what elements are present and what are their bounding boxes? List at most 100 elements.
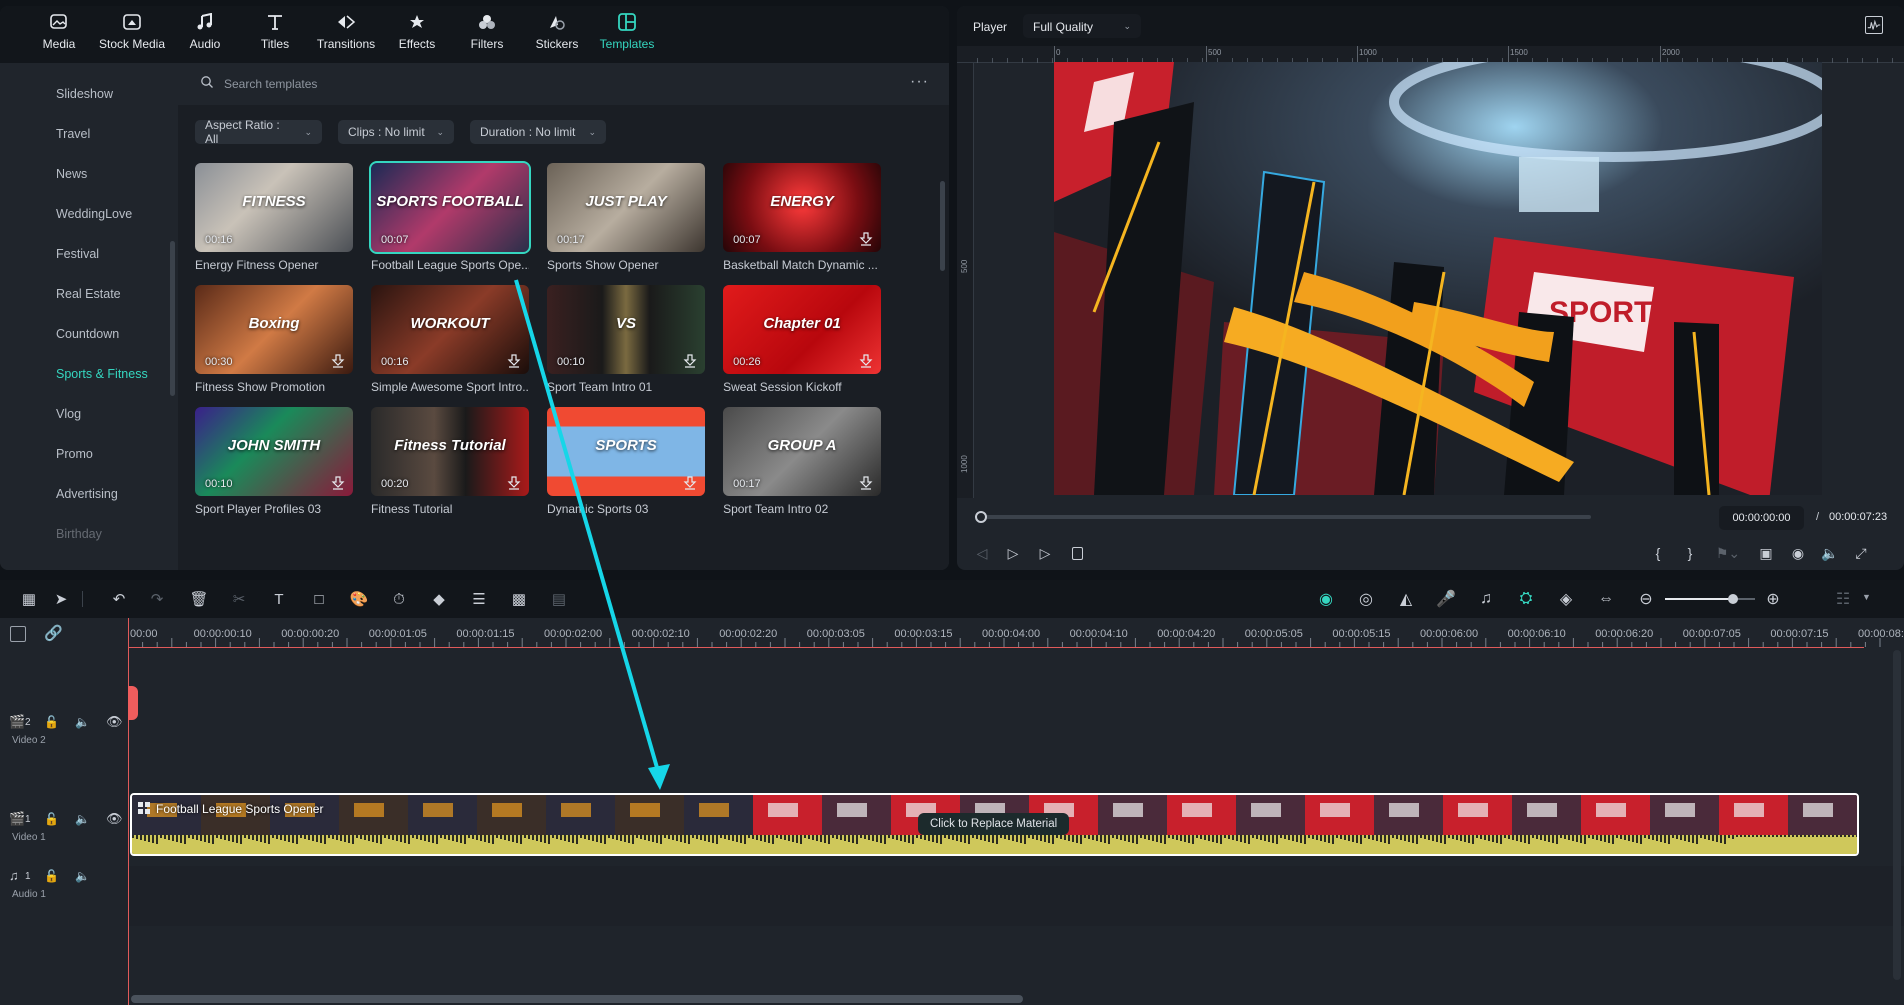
current-timecode[interactable]: 00:00:00:00 xyxy=(1719,506,1804,530)
playhead[interactable] xyxy=(128,618,129,1005)
zoom-out-button[interactable]: ⊖ xyxy=(1635,588,1657,610)
mark-out-button[interactable]: } xyxy=(1681,544,1699,562)
playback-quality-select[interactable]: Full Quality ⌄ xyxy=(1023,14,1141,38)
template-card[interactable]: JUST PLAY 00:17 Sports Show Opener xyxy=(547,162,706,272)
scrubber-handle[interactable] xyxy=(975,511,987,523)
nav-tab-media[interactable]: Media xyxy=(24,11,94,63)
fullscreen-button[interactable]: ⤢ xyxy=(1852,544,1870,562)
volume-button[interactable]: 🔈 xyxy=(1821,544,1839,562)
template-card[interactable]: ENERGY 00:07 Basketball Match Dynamic ... xyxy=(723,162,882,272)
sidebar-item-real-estate[interactable]: Real Estate xyxy=(56,287,121,301)
sidebar-item-vlog[interactable]: Vlog xyxy=(56,407,81,421)
previous-frame-button[interactable]: ◁ xyxy=(973,544,991,562)
aspect-ratio-filter[interactable]: Aspect Ratio : All ⌄ xyxy=(195,118,322,146)
layout-dropdown-icon[interactable]: ▼ xyxy=(1862,592,1871,602)
nav-tab-filters[interactable]: Filters xyxy=(452,11,522,63)
fit-timeline-button[interactable]: ⇔ xyxy=(1595,588,1617,610)
download-icon[interactable] xyxy=(507,476,521,490)
mute-track-icon[interactable]: 🔈 xyxy=(75,869,90,883)
crop-button[interactable]: □ xyxy=(308,588,330,610)
play-forward-frame-button[interactable]: ▷ xyxy=(1004,544,1022,562)
video-2-track-lane[interactable] xyxy=(128,648,1904,793)
template-card[interactable]: JOHN SMITH 00:10 Sport Player Profiles 03 xyxy=(195,406,353,516)
template-card[interactable]: VS 00:10 Sport Team Intro 01 xyxy=(547,285,706,394)
layout-button[interactable]: ▦ xyxy=(18,588,40,610)
select-tool-button[interactable]: ➤ xyxy=(50,588,72,610)
preview-render-button[interactable]: ◈ xyxy=(1555,588,1577,610)
nav-tab-transitions[interactable]: Transitions xyxy=(310,11,382,63)
undo-button[interactable]: ↶ xyxy=(108,588,130,610)
timeline-zoom-slider[interactable] xyxy=(1665,594,1755,604)
marker-dropdown-button[interactable]: ⚑⌄ xyxy=(1713,544,1743,562)
adjust-button[interactable]: ☰ xyxy=(468,588,490,610)
add-track-icon[interactable] xyxy=(10,626,26,642)
search-input[interactable] xyxy=(224,73,624,95)
snap-button[interactable]: ⛭ xyxy=(1515,588,1537,610)
template-card[interactable]: SPORTS Dynamic Sports 03 xyxy=(547,406,706,516)
mark-in-button[interactable]: { xyxy=(1649,544,1667,562)
download-icon[interactable] xyxy=(683,354,697,368)
mute-track-icon[interactable]: 🔈 xyxy=(75,715,90,729)
cut-button[interactable]: ✂ xyxy=(228,588,250,610)
nav-tab-templates[interactable]: Templates xyxy=(592,11,662,63)
nav-tab-stickers[interactable]: Stickers xyxy=(522,11,592,63)
stop-button[interactable] xyxy=(1068,544,1086,562)
mute-track-icon[interactable]: 🔈 xyxy=(75,812,90,826)
toggle-visibility-icon[interactable]: 👁 xyxy=(106,714,123,730)
download-icon[interactable] xyxy=(331,476,345,490)
nav-tab-stock-media[interactable]: Stock Media xyxy=(94,11,170,63)
download-icon[interactable] xyxy=(331,354,345,368)
keyframe-button[interactable]: ◆ xyxy=(428,588,450,610)
translate-button[interactable]: ▤ xyxy=(548,588,570,610)
ai-copilot-button[interactable]: ◉ xyxy=(1315,588,1337,610)
sidebar-item-birthday[interactable]: Birthday xyxy=(56,527,102,541)
download-icon[interactable] xyxy=(859,232,873,246)
sidebar-item-travel[interactable]: Travel xyxy=(56,127,90,141)
toggle-visibility-icon[interactable]: 👁 xyxy=(106,811,123,827)
download-icon[interactable] xyxy=(683,476,697,490)
timeline-ruler[interactable]: 00:00 00:00:00:10 00:00:00:20 00:00:01:05 00… xyxy=(128,618,1904,649)
sidebar-item-advertising[interactable]: Advertising xyxy=(56,487,118,501)
video-scopes-icon[interactable] xyxy=(1865,16,1883,34)
audio-1-track-lane[interactable] xyxy=(128,866,1904,926)
sidebar-item-slideshow[interactable]: Slideshow xyxy=(56,87,113,101)
sidebar-item-sports-fitness[interactable]: Sports & Fitness xyxy=(56,367,148,381)
audio-list-button[interactable]: ♫ xyxy=(1475,588,1497,610)
download-icon[interactable] xyxy=(859,476,873,490)
zoom-slider-handle[interactable] xyxy=(1728,594,1739,604)
redo-button[interactable]: ↷ xyxy=(146,588,168,610)
more-options-button[interactable]: ··· xyxy=(910,73,929,91)
display-settings-button[interactable]: ▣ xyxy=(1757,544,1775,562)
nav-tab-audio[interactable]: Audio xyxy=(170,11,240,63)
duration-filter[interactable]: Duration : No limit ⌄ xyxy=(470,120,606,144)
preview-canvas[interactable]: SPORT xyxy=(1054,62,1822,495)
template-card[interactable]: Chapter 01 00:26 Sweat Session Kickoff xyxy=(723,285,882,394)
delete-button[interactable]: 🗑 xyxy=(188,588,210,610)
timeline-vertical-scrollbar[interactable] xyxy=(1893,650,1901,980)
speed-timer-button[interactable]: ⏱ xyxy=(388,588,410,610)
auto-render-button[interactable]: ◎ xyxy=(1355,588,1377,610)
lock-track-icon[interactable]: 🔓 xyxy=(44,715,59,729)
sidebar-scrollbar[interactable] xyxy=(170,241,175,396)
lock-track-icon[interactable]: 🔓 xyxy=(44,812,59,826)
template-card[interactable]: WORKOUT 00:16 Simple Awesome Sport Intro..… xyxy=(371,285,530,394)
template-card[interactable]: Boxing 00:30 Fitness Show Promotion xyxy=(195,285,353,394)
template-card[interactable]: SPORTS FOOTBALL 00:07 Football League Spor… xyxy=(369,160,532,272)
clips-filter[interactable]: Clips : No limit ⌄ xyxy=(338,120,454,144)
nav-tab-titles[interactable]: Titles xyxy=(240,11,310,63)
playback-scrubber[interactable] xyxy=(975,511,1591,523)
track-layout-button[interactable]: ☷ xyxy=(1832,588,1854,610)
link-icon[interactable]: 🔗 xyxy=(44,624,63,642)
snapshot-button[interactable]: ◉ xyxy=(1789,544,1807,562)
playhead-handle[interactable] xyxy=(128,686,138,720)
play-button[interactable]: ▷ xyxy=(1036,544,1054,562)
download-icon[interactable] xyxy=(859,354,873,368)
sidebar-item-countdown[interactable]: Countdown xyxy=(56,327,119,341)
ai-text-button[interactable]: ▩ xyxy=(508,588,530,610)
timeline-horizontal-scrollbar[interactable] xyxy=(131,995,1023,1003)
template-card[interactable]: GROUP A 00:17 Sport Team Intro 02 xyxy=(723,406,882,516)
sidebar-item-weddinglove[interactable]: WeddingLove xyxy=(56,207,132,221)
zoom-in-button[interactable]: ⊕ xyxy=(1762,588,1784,610)
sidebar-item-festival[interactable]: Festival xyxy=(56,247,99,261)
sidebar-item-news[interactable]: News xyxy=(56,167,87,181)
